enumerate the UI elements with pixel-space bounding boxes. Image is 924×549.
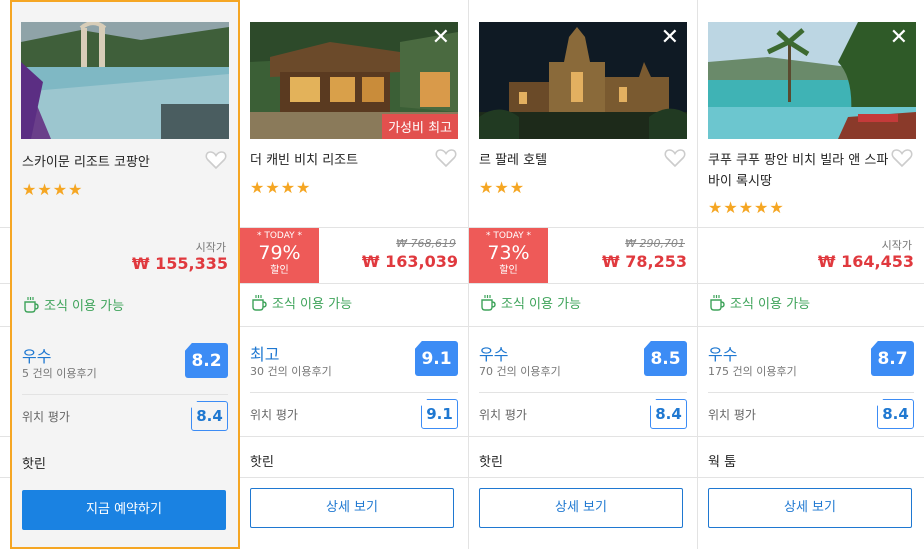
hotel-name[interactable]: 쿠푸 쿠푸 팡안 비치 빌라 앤 스파 바이 록시땅: [708, 150, 896, 192]
area-name: 핫린: [22, 457, 46, 472]
hotel-card-kupu-kupu[interactable]: ✕ 쿠푸 쿠푸 팡안 비치 빌라 앤 스파 바이 록시땅 ★★★★★ 시작가 ₩…: [698, 0, 924, 549]
discount-word: 할인: [499, 265, 518, 276]
review-score-badge: 8.7: [871, 341, 914, 376]
rating-word: 우수: [479, 345, 509, 364]
discount-percent: 73%: [487, 242, 530, 264]
breakfast-info: 조식 이용 가능: [708, 293, 810, 312]
view-details-button[interactable]: 상세 보기: [250, 488, 454, 528]
breakfast-info: 조식 이용 가능: [250, 293, 352, 312]
price-label: 시작가: [881, 239, 912, 252]
hotel-photo[interactable]: ✕: [479, 22, 687, 139]
area-name: 핫린: [250, 455, 274, 470]
review-count[interactable]: 175 건의 이용후기: [708, 363, 797, 379]
breakfast-label: 조식 이용 가능: [44, 299, 125, 314]
divider: [479, 392, 687, 393]
review-count[interactable]: 30 건의 이용후기: [250, 363, 332, 379]
heart-icon[interactable]: [663, 146, 687, 170]
star-rating: ★★★: [479, 178, 526, 197]
coffee-cup-icon: [24, 296, 39, 313]
location-rating-label: 위치 평가: [22, 410, 70, 424]
hotel-photo[interactable]: ✕: [708, 22, 916, 139]
close-icon[interactable]: ✕: [432, 24, 450, 52]
heart-icon[interactable]: [204, 148, 228, 172]
rating-word: 최고: [250, 345, 280, 364]
review-score-badge: 9.1: [415, 341, 458, 376]
view-details-button[interactable]: 상세 보기: [479, 488, 683, 528]
review-score-badge: 8.2: [185, 343, 228, 378]
today-label: * TODAY *: [485, 231, 532, 241]
breakfast-label: 조식 이용 가능: [730, 297, 811, 312]
star-rating: ★★★★★: [708, 198, 785, 217]
book-now-button[interactable]: 지금 예약하기: [22, 490, 226, 530]
original-price: ₩ 768,619: [396, 237, 456, 250]
location-score-badge: 8.4: [877, 399, 914, 429]
original-price: ₩ 290,701: [625, 237, 685, 250]
today-discount-badge: * TODAY * 73% 할인: [469, 228, 548, 283]
coffee-cup-icon: [252, 294, 267, 311]
area-name: 핫린: [479, 455, 503, 470]
close-icon[interactable]: ✕: [661, 24, 679, 52]
best-value-badge: 가성비 최고: [382, 114, 458, 139]
today-label: * TODAY *: [256, 231, 303, 241]
discount-word: 할인: [270, 265, 289, 276]
breakfast-label: 조식 이용 가능: [501, 297, 582, 312]
heart-icon[interactable]: [434, 146, 458, 170]
breakfast-info: 조식 이용 가능: [479, 293, 581, 312]
area-name: 웍 툼: [708, 455, 737, 470]
hotel-photo[interactable]: [21, 22, 229, 139]
hotel-photo[interactable]: ✕ 가성비 최고: [250, 22, 458, 139]
view-details-button[interactable]: 상세 보기: [708, 488, 912, 528]
rating-word: 우수: [708, 345, 738, 364]
review-count[interactable]: 5 건의 이용후기: [22, 365, 97, 381]
hotel-name[interactable]: 스카이문 리조트 코팡안: [22, 152, 210, 173]
price: ₩ 164,453: [817, 252, 914, 271]
location-score-badge: 8.4: [191, 401, 228, 431]
breakfast-info: 조식 이용 가능: [22, 295, 124, 314]
price: ₩ 155,335: [131, 254, 228, 273]
star-rating: ★★★★: [22, 180, 84, 199]
divider: [22, 394, 228, 395]
location-rating-label: 위치 평가: [708, 408, 756, 422]
review-score-badge: 8.5: [644, 341, 687, 376]
location-score-badge: 9.1: [421, 399, 458, 429]
discount-percent: 79%: [258, 242, 301, 264]
hotel-name[interactable]: 르 팔레 호텔: [479, 150, 667, 171]
location-rating-label: 위치 평가: [479, 408, 527, 422]
close-icon[interactable]: ✕: [890, 24, 908, 52]
rating-word: 우수: [22, 347, 52, 366]
breakfast-label: 조식 이용 가능: [272, 297, 353, 312]
coffee-cup-icon: [710, 294, 725, 311]
price: ₩ 78,253: [602, 252, 687, 271]
price-label: 시작가: [195, 241, 226, 254]
star-rating: ★★★★: [250, 178, 312, 197]
hotel-card-skymoon[interactable]: 스카이문 리조트 코팡안 ★★★★ 시작가 ₩ 155,335 조식 이용 가능…: [10, 0, 240, 549]
hotel-card-cabin-beach[interactable]: ✕ 가성비 최고 더 캐빈 비치 리조트 ★★★★ * TODAY * 79% …: [240, 0, 469, 549]
hotel-card-le-palais[interactable]: ✕ 르 팔레 호텔 ★★★ * TODAY * 73% 할인 ₩ 290,701…: [469, 0, 698, 549]
location-rating-label: 위치 평가: [250, 408, 298, 422]
coffee-cup-icon: [481, 294, 496, 311]
heart-icon[interactable]: [890, 146, 914, 170]
location-score-badge: 8.4: [650, 399, 687, 429]
today-discount-badge: * TODAY * 79% 할인: [240, 228, 319, 283]
divider: [250, 392, 458, 393]
divider: [708, 392, 914, 393]
hotel-name[interactable]: 더 캐빈 비치 리조트: [250, 150, 438, 171]
review-count[interactable]: 70 건의 이용후기: [479, 363, 561, 379]
price: ₩ 163,039: [361, 252, 458, 271]
